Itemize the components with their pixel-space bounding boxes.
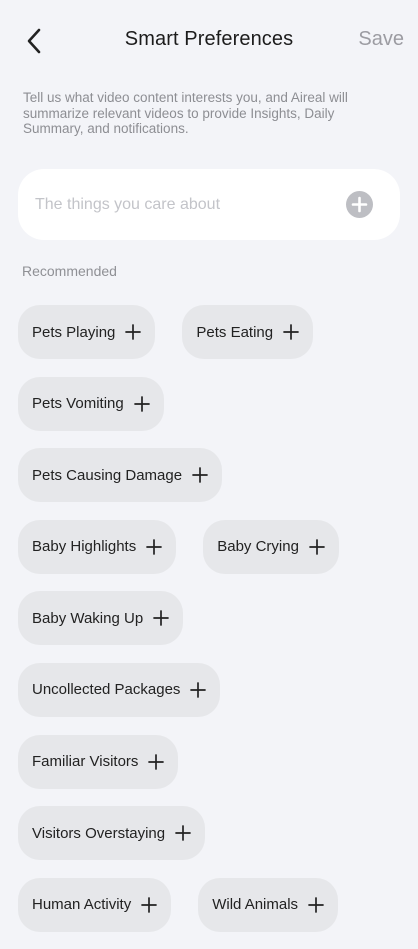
topic-chip-label: Pets Vomiting (32, 395, 124, 413)
plus-icon (133, 395, 150, 412)
chip-row: Baby Waking Up (18, 591, 408, 646)
topic-chip-label: Wild Animals (212, 896, 299, 914)
plus-icon (309, 538, 325, 555)
chip-row: Uncollected Packages (18, 662, 408, 717)
topic-chip[interactable]: Baby Waking Up (18, 591, 184, 646)
search-input[interactable] (35, 169, 335, 240)
topic-chip[interactable]: Pets Eating (182, 305, 314, 359)
plus-icon (125, 324, 142, 340)
plus-icon (148, 753, 165, 770)
topic-chip[interactable]: Baby Crying (203, 519, 339, 574)
topic-chip[interactable]: Human Activity (18, 877, 172, 932)
chip-row: Visitors Overstaying (18, 806, 408, 861)
topic-chip-label: Baby Highlights (32, 538, 137, 556)
add-topic-button[interactable] (346, 191, 373, 218)
plus-icon (308, 896, 324, 913)
plus-icon (283, 324, 299, 340)
topic-chip-label: Familiar Visitors (32, 753, 139, 771)
plus-icon (175, 825, 191, 842)
topic-chip[interactable]: Uncollected Packages (18, 662, 221, 717)
plus-icon (141, 896, 158, 913)
topic-chip-label: Baby Crying (217, 538, 299, 556)
topic-chip-label: Pets Eating (196, 323, 274, 341)
recommended-label: Recommended (22, 263, 117, 279)
header: Smart Preferences Save (0, 0, 418, 84)
topic-chip[interactable]: Visitors Overstaying (18, 806, 206, 861)
search-box (18, 169, 400, 240)
topic-chip-label: Pets Causing Damage (32, 466, 183, 484)
plus-circle-icon (351, 196, 368, 213)
chip-row: Baby Highlights Baby Crying (18, 519, 408, 574)
save-button[interactable]: Save (358, 28, 404, 51)
topic-chip-label: Pets Playing (32, 323, 116, 341)
topic-chip[interactable]: Pets Playing (18, 305, 156, 359)
topic-chip[interactable]: Wild Animals (198, 877, 339, 932)
plus-icon (153, 610, 170, 627)
topic-chip[interactable]: Pets Causing Damage (18, 448, 223, 503)
chip-row: Pets Playing Pets Eating (18, 305, 408, 359)
plus-icon (190, 682, 207, 698)
topic-chip[interactable]: Familiar Visitors (18, 734, 179, 789)
chip-row: Human Activity Wild Animals (18, 877, 408, 932)
description-text: Tell us what video content interests you… (23, 90, 348, 136)
topic-chip-label: Visitors Overstaying (32, 824, 166, 842)
topic-chip-label: Uncollected Packages (32, 681, 181, 699)
topic-chip-label: Human Activity (32, 896, 132, 914)
topic-chip[interactable]: Baby Highlights (18, 519, 177, 574)
chip-row: Familiar Visitors (18, 734, 408, 789)
page-title: Smart Preferences (124, 28, 294, 50)
topic-chip-label: Baby Waking Up (32, 609, 144, 627)
plus-icon (146, 538, 163, 555)
topic-chip[interactable]: Pets Vomiting (18, 376, 164, 431)
recommended-chips: Pets Playing Pets Eating Pets Vomiting Pets… (18, 305, 408, 949)
plus-icon (192, 467, 208, 484)
chip-row: Pets Causing Damage (18, 448, 408, 503)
chip-row: Pets Vomiting (18, 376, 408, 431)
